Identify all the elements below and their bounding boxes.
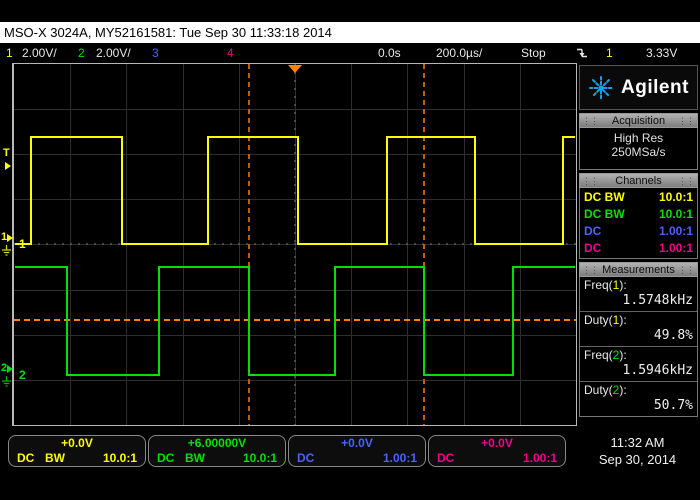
status-delay[interactable]: 0.0s bbox=[378, 43, 401, 63]
grip-icon: ⋮⋮ bbox=[678, 264, 694, 277]
ch4-probe-ratio: 1.00:1 bbox=[659, 240, 693, 257]
waveform-display: 1 2 bbox=[12, 63, 577, 426]
meas-name: Freq( bbox=[584, 348, 613, 362]
ch2-probe-ratio: 10.0:1 bbox=[659, 206, 693, 223]
ch3-probe-ratio: 1.00:1 bbox=[659, 223, 693, 240]
acquisition-panel-header[interactable]: ⋮⋮ Acquisition ⋮⋮ bbox=[579, 113, 698, 128]
title-bar: MSO-X 3024A, MY52161581: Tue Sep 30 11:3… bbox=[0, 22, 700, 43]
acquisition-title: Acquisition bbox=[612, 115, 665, 127]
channel-row-2[interactable]: DC BW 10.0:1 bbox=[580, 206, 697, 223]
ch2-coupling-label: DC bbox=[157, 451, 174, 466]
meas-value: 50.7% bbox=[584, 398, 693, 414]
ch4-coupling: DC bbox=[584, 240, 601, 257]
status-timebase[interactable]: 200.0µs/ bbox=[436, 43, 482, 63]
current-time: 11:32 AM bbox=[577, 434, 698, 451]
ch4-settings-box[interactable]: +0.0V DC 1.00:1 bbox=[428, 435, 566, 467]
ch2-bw-limit: BW bbox=[185, 451, 205, 466]
ch3-coupling: DC bbox=[584, 223, 601, 240]
status-ch2-scale[interactable]: 2.00V/ bbox=[96, 43, 131, 63]
status-run-state[interactable]: Stop bbox=[521, 43, 546, 63]
ch2-coupling: DC BW bbox=[584, 206, 625, 223]
ch3-settings-box[interactable]: +0.0V DC 1.00:1 bbox=[288, 435, 426, 467]
ch3-offset: +0.0V bbox=[289, 436, 425, 451]
measurement-row[interactable]: Duty(2): 50.7% bbox=[580, 382, 697, 416]
ch1-bw-limit: BW bbox=[45, 451, 65, 466]
grip-icon: ⋮⋮ bbox=[678, 115, 694, 128]
ch2-reference-marker[interactable]: 2 bbox=[1, 363, 13, 374]
sidebar: Agilent ⋮⋮ Acquisition ⋮⋮ High Res 250MS… bbox=[579, 65, 698, 420]
ch1-probe-ratio: 10.0:1 bbox=[659, 189, 693, 206]
ch1-offset: +0.0V bbox=[9, 436, 145, 451]
channels-title: Channels bbox=[615, 175, 661, 187]
measurements-panel-header[interactable]: ⋮⋮ Measurements ⋮⋮ bbox=[579, 262, 698, 277]
current-date: Sep 30, 2014 bbox=[577, 451, 698, 468]
ch1-probe-label: 10.0:1 bbox=[103, 451, 137, 466]
ch2-offset: +6.00000V bbox=[149, 436, 285, 451]
meas-name: Duty( bbox=[584, 313, 613, 327]
channels-panel-header[interactable]: ⋮⋮ Channels ⋮⋮ bbox=[579, 173, 698, 188]
status-trigger-source[interactable]: 1 bbox=[606, 43, 613, 63]
edge-trigger-icon bbox=[576, 46, 588, 66]
status-ch1-scale[interactable]: 2.00V/ bbox=[22, 43, 57, 63]
trigger-position-marker[interactable] bbox=[288, 65, 302, 73]
meas-suffix: ): bbox=[619, 313, 626, 327]
acquisition-mode: High Res bbox=[580, 131, 697, 145]
meas-name: Freq( bbox=[584, 278, 613, 292]
ch3-probe-label: 1.00:1 bbox=[383, 451, 417, 466]
measurement-row[interactable]: Freq(2): 1.5946kHz bbox=[580, 347, 697, 382]
trigger-level-label: T bbox=[3, 147, 10, 159]
ch1-ground-label: 1 bbox=[19, 237, 26, 251]
measurement-row[interactable]: Duty(1): 49.8% bbox=[580, 312, 697, 347]
grip-icon: ⋮⋮ bbox=[582, 175, 598, 188]
ch4-probe-label: 1.00:1 bbox=[523, 451, 557, 466]
ch1-coupling: DC BW bbox=[584, 189, 625, 206]
measurements-title: Measurements bbox=[602, 264, 675, 276]
status-ch4-number[interactable]: 4 bbox=[227, 43, 234, 63]
grip-icon: ⋮⋮ bbox=[582, 115, 598, 128]
status-ch3-number[interactable]: 3 bbox=[152, 43, 159, 63]
channel-row-3[interactable]: DC 1.00:1 bbox=[580, 223, 697, 240]
ch2-probe-label: 10.0:1 bbox=[243, 451, 277, 466]
clock: 11:32 AM Sep 30, 2014 bbox=[577, 434, 698, 468]
ch2-settings-box[interactable]: +6.00000V DC BW 10.0:1 bbox=[148, 435, 286, 467]
status-trigger-level[interactable]: 3.33V bbox=[646, 43, 677, 63]
meas-value: 49.8% bbox=[584, 328, 693, 344]
oscilloscope-screen: { "colors":{"ch1":"#ffff00","ch2":"#00e0… bbox=[0, 0, 700, 500]
sample-rate: 250MSa/s bbox=[580, 145, 697, 159]
trigger-level-marker[interactable]: T bbox=[3, 148, 15, 159]
channels-panel: DC BW 10.0:1 DC BW 10.0:1 DC 1.00:1 DC 1… bbox=[579, 188, 698, 259]
ch1-reference-marker[interactable]: 1 bbox=[1, 232, 13, 243]
status-ch2-number[interactable]: 2 bbox=[78, 43, 85, 63]
ch1-coupling-label: DC bbox=[17, 451, 34, 466]
ch1-ground-icon bbox=[1, 245, 12, 257]
ch4-coupling-label: DC bbox=[437, 451, 454, 466]
meas-name: Duty( bbox=[584, 383, 613, 397]
brand-name: Agilent bbox=[621, 77, 689, 99]
ch2-ground-icon bbox=[1, 376, 12, 388]
meas-value: 1.5946kHz bbox=[584, 363, 693, 379]
ch4-offset: +0.0V bbox=[429, 436, 565, 451]
status-bar: 1 2.00V/ 2 2.00V/ 3 4 0.0s 200.0µs/ Stop… bbox=[0, 43, 700, 63]
ch1-settings-box[interactable]: +0.0V DC BW 10.0:1 bbox=[8, 435, 146, 467]
ch2-ground-label: 2 bbox=[19, 368, 26, 382]
agilent-spark-icon bbox=[588, 75, 614, 101]
grip-icon: ⋮⋮ bbox=[582, 264, 598, 277]
channel-row-1[interactable]: DC BW 10.0:1 bbox=[580, 189, 697, 206]
meas-value: 1.5748kHz bbox=[584, 293, 693, 309]
meas-suffix: ): bbox=[619, 383, 626, 397]
status-ch1-number[interactable]: 1 bbox=[6, 43, 13, 63]
acquisition-panel: High Res 250MSa/s bbox=[579, 128, 698, 170]
meas-suffix: ): bbox=[619, 278, 626, 292]
meas-suffix: ): bbox=[619, 348, 626, 362]
measurement-row[interactable]: Freq(1): 1.5748kHz bbox=[580, 277, 697, 312]
channel-row-4[interactable]: DC 1.00:1 bbox=[580, 240, 697, 257]
brand-panel: Agilent bbox=[579, 65, 698, 110]
ch3-coupling-label: DC bbox=[297, 451, 314, 466]
measurements-panel: Freq(1): 1.5748kHz Duty(1): 49.8% Freq(2… bbox=[579, 277, 698, 417]
grip-icon: ⋮⋮ bbox=[678, 175, 694, 188]
